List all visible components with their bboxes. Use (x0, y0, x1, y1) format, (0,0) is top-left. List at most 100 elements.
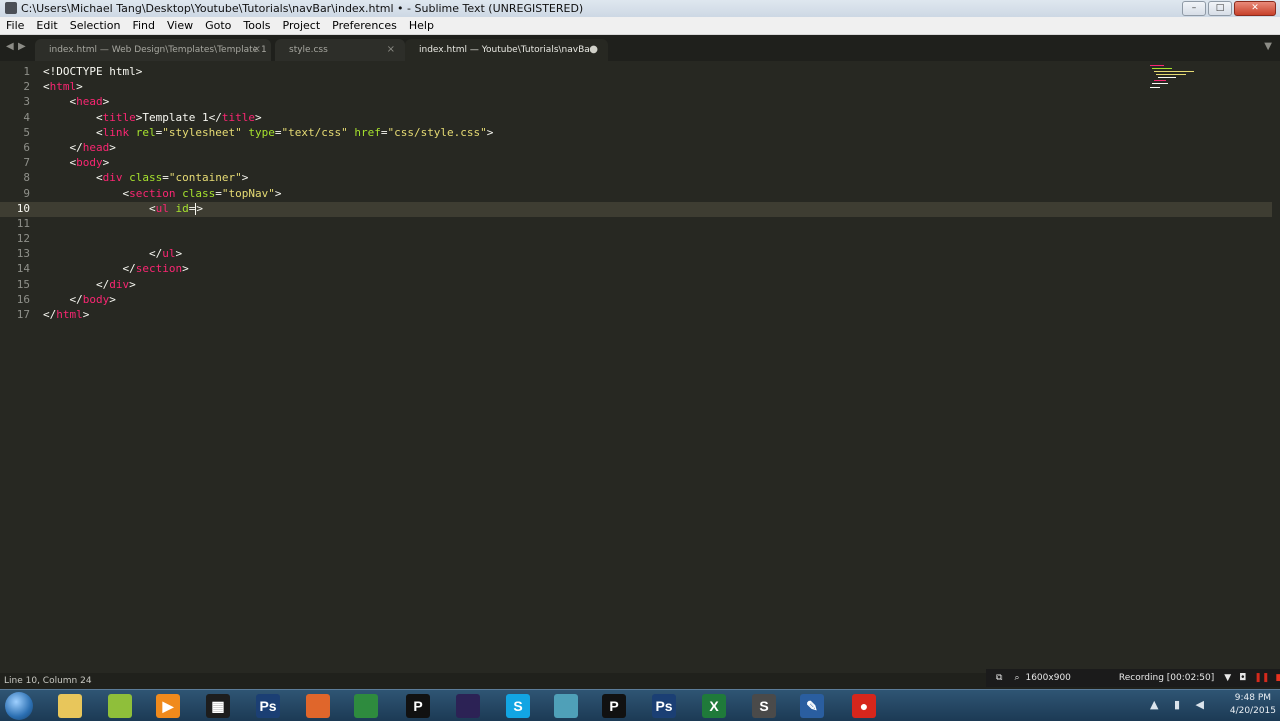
photoshop-icon[interactable]: Ps (256, 694, 280, 718)
pause-icon[interactable]: ❚❚ (1254, 673, 1269, 683)
code-token: > (82, 308, 90, 321)
title-bar: C:\Users\Michael Tang\Desktop\Youtube\Tu… (0, 0, 1280, 18)
photoshop2-icon[interactable]: Ps (652, 694, 676, 718)
video-editor-icon[interactable]: ▦ (206, 694, 230, 718)
code-line: <section class="topNav"> (43, 186, 493, 201)
menu-selection[interactable]: Selection (70, 17, 121, 34)
tab-navbar-index[interactable]: index.html — Youtube\Tutorials\navBar ● (405, 39, 608, 61)
system-tray[interactable]: ▲ ▮ ◀ (1150, 698, 1210, 711)
code-token: > (241, 171, 249, 185)
code-token: < (95, 110, 103, 124)
code-token: html (56, 308, 83, 321)
code-token: <!DOCTYPE html> (43, 65, 143, 78)
tab-close-icon[interactable]: × (253, 39, 261, 61)
tab-nav-left-icon[interactable]: ◀ (6, 41, 14, 52)
code-line: </div> (43, 277, 493, 292)
code-token: div (109, 277, 130, 291)
pandora-icon[interactable]: P (602, 694, 626, 718)
menu-preferences[interactable]: Preferences (332, 17, 397, 34)
close-button[interactable]: ✕ (1234, 1, 1276, 16)
android-icon[interactable] (108, 694, 132, 718)
code-token: > (76, 80, 83, 94)
menu-bar: File Edit Selection Find View Goto Tools Projec… (0, 17, 1280, 35)
vertical-scrollbar[interactable] (1272, 61, 1280, 673)
code-line: <head> (43, 94, 493, 109)
menu-file[interactable]: File (6, 17, 24, 34)
code-line: <html> (43, 79, 493, 94)
maximize-button[interactable]: □ (1208, 1, 1232, 16)
menu-tools[interactable]: Tools (243, 17, 270, 34)
explorer-icon[interactable] (58, 694, 82, 718)
code-editor[interactable]: 1 2 3 4 5 6 7 8 9 10 11 12 13 14 15 16 17 <!DOCTYPE html… (0, 61, 1280, 673)
code-line: </head> (43, 140, 493, 155)
firefox-icon[interactable] (306, 694, 330, 718)
phpstorm-icon[interactable]: P (406, 694, 430, 718)
tab-close-icon[interactable]: × (387, 39, 395, 61)
code-token: > (175, 247, 183, 261)
menu-goto[interactable]: Goto (205, 17, 231, 34)
code-line: <ul id=> (43, 201, 493, 216)
recorder-icon[interactable]: ● (852, 694, 876, 718)
snipping-icon[interactable]: ✎ (800, 694, 824, 718)
menu-view[interactable]: View (167, 17, 193, 34)
skype-icon[interactable]: S (506, 694, 530, 718)
tab-template-index[interactable]: index.html — Web Design\Templates\Templa… (35, 39, 271, 61)
code-area[interactable]: <!DOCTYPE html> <html> <head> <title>Temp… (43, 64, 493, 322)
tab-nav-right-icon[interactable]: ▶ (18, 41, 26, 52)
code-token: </ (69, 140, 83, 154)
code-token: div (102, 171, 123, 185)
unsaved-dot-icon[interactable]: ● (589, 39, 598, 61)
window-mode-icon[interactable]: ⧉ (996, 673, 1002, 683)
code-token: ul (162, 247, 176, 261)
tool-icon[interactable] (554, 694, 578, 718)
menu-project[interactable]: Project (283, 17, 321, 34)
minimap[interactable] (1148, 63, 1208, 93)
recorder-menu-icon[interactable]: ▼ (1224, 673, 1231, 683)
code-token: "stylesheet" (162, 125, 242, 139)
recording-resolution: 1600x900 (1025, 673, 1071, 683)
tab-dropdown-icon[interactable]: ▼ (1264, 41, 1272, 52)
media-player-icon[interactable]: ▶ (156, 694, 180, 718)
code-token: >Template 1</ (135, 110, 222, 124)
start-button[interactable] (5, 692, 33, 720)
code-token: head (82, 140, 110, 154)
code-token: "text/css" (281, 125, 348, 139)
camera-icon[interactable]: ◘ (1239, 673, 1246, 683)
code-line: <div class="container"> (43, 170, 493, 185)
sublime-app-icon (5, 2, 17, 14)
clock[interactable]: 9:48 PM 4/20/2015 (1230, 692, 1276, 718)
stop-icon[interactable]: ■ (1275, 673, 1280, 683)
code-token: </ (69, 292, 83, 306)
tab-label: index.html — Web Design\Templates\Templa… (49, 45, 267, 55)
line-number: 3 (23, 95, 30, 109)
line-number: 5 (23, 125, 30, 139)
code-line: <!DOCTYPE html> (43, 64, 493, 79)
menu-find[interactable]: Find (132, 17, 155, 34)
code-token: < (95, 125, 103, 139)
tab-style-css[interactable]: style.css × (275, 39, 405, 61)
code-token: > (274, 186, 282, 200)
menu-help[interactable]: Help (409, 17, 434, 34)
code-token: > (109, 292, 116, 306)
tab-bar: ◀ ▶ index.html — Web Design\Templates\Te… (0, 35, 1280, 61)
code-line: <body> (43, 155, 493, 170)
sublime-icon[interactable]: S (752, 694, 776, 718)
code-token: > (486, 125, 494, 139)
magnifier-icon[interactable]: ⌕ (1014, 673, 1019, 683)
code-token: "container" (168, 171, 242, 185)
minimize-button[interactable]: – (1182, 1, 1206, 16)
line-number: 1 (23, 65, 30, 78)
chrome-icon[interactable] (354, 694, 378, 718)
code-token: body (76, 156, 103, 170)
eclipse-icon[interactable] (456, 694, 480, 718)
code-token: class (182, 186, 216, 200)
excel-icon[interactable]: X (702, 694, 726, 718)
menu-edit[interactable]: Edit (36, 17, 57, 34)
